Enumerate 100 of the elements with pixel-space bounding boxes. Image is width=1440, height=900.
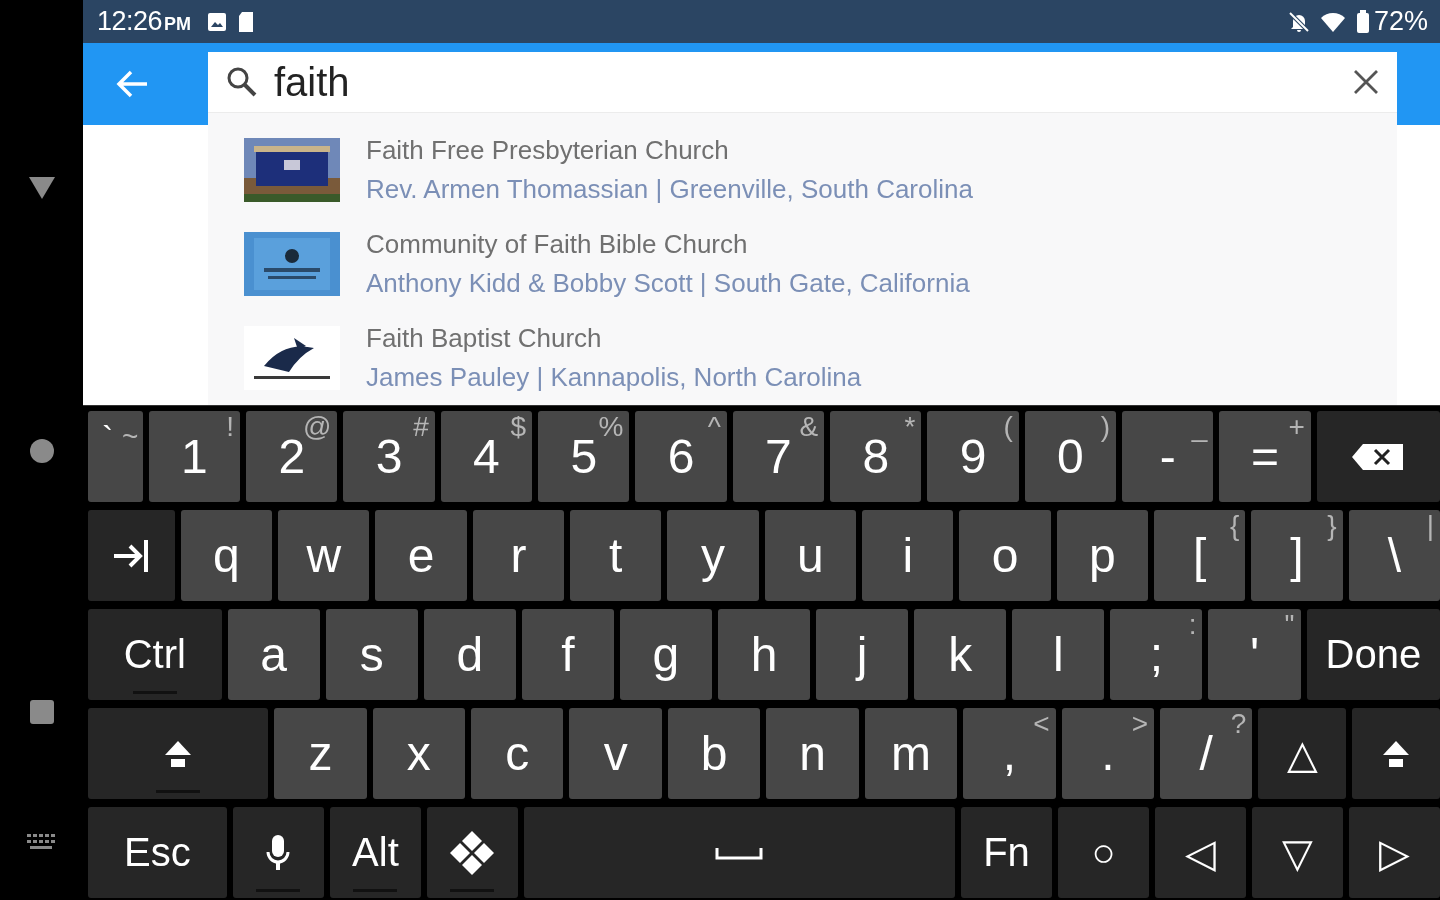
keyboard-key[interactable]: Ctrl bbox=[88, 609, 222, 700]
bell-off-icon bbox=[1287, 10, 1310, 33]
keyboard-key[interactable]: ▽ bbox=[1251, 807, 1343, 898]
keyboard-key[interactable]: 7 & bbox=[732, 411, 825, 502]
keyboard-key[interactable]: ◁ bbox=[1154, 807, 1246, 898]
key-hint: $ bbox=[510, 413, 527, 441]
keyboard-key[interactable]: c bbox=[471, 708, 564, 799]
keyboard-key[interactable]: z bbox=[274, 708, 367, 799]
keyboard-key[interactable]: 5 % bbox=[538, 411, 630, 502]
keyboard-key[interactable]: m bbox=[864, 708, 958, 799]
search-icon bbox=[226, 66, 258, 98]
key-hint: * bbox=[904, 413, 916, 441]
keyboard-key[interactable]: 4 $ bbox=[440, 411, 533, 502]
keyboard-key[interactable]: 9 ( bbox=[927, 411, 1019, 502]
keyboard-key[interactable]: \ | bbox=[1348, 510, 1440, 601]
keyboard-key[interactable]: t bbox=[570, 510, 662, 601]
church-name: Faith Free Presbyterian Church bbox=[366, 135, 730, 166]
keyboard-key[interactable]: l bbox=[1012, 609, 1105, 700]
space-icon bbox=[715, 845, 764, 860]
keyboard-key[interactable]: p bbox=[1056, 510, 1149, 601]
keyboard-key[interactable]: b bbox=[667, 708, 761, 799]
keyboard-key[interactable]: ] } bbox=[1251, 510, 1343, 601]
keyboard-key[interactable]: . > bbox=[1061, 708, 1154, 799]
key-hint: } bbox=[1327, 512, 1337, 540]
pastor-location: Anthony Kidd & Bobby Scott | South Gate, California bbox=[366, 268, 970, 299]
keyboard-key[interactable]: , < bbox=[963, 708, 1056, 799]
wifi-icon bbox=[1319, 10, 1346, 33]
clock-time: 12:26 bbox=[97, 6, 163, 37]
keyboard-key[interactable]: - _ bbox=[1122, 411, 1214, 502]
microphone-key[interactable] bbox=[232, 807, 324, 898]
image-icon bbox=[207, 11, 228, 32]
keyboard-key[interactable]: ' " bbox=[1208, 609, 1301, 700]
backspace-key[interactable] bbox=[1316, 411, 1440, 502]
keyboard-key[interactable]: 2 @ bbox=[246, 411, 338, 502]
keyboard-key[interactable]: 3 # bbox=[343, 411, 435, 502]
suggestion-item[interactable]: Faith Free Presbyterian Church Rev. Armen Thomassian | Greenville, South Carolina bbox=[244, 123, 1397, 217]
keyboard-key[interactable]: y bbox=[667, 510, 759, 601]
keyboard-key[interactable]: v bbox=[569, 708, 662, 799]
keyboard-key[interactable]: 8 * bbox=[830, 411, 922, 502]
keyboard-key[interactable]: a bbox=[227, 609, 320, 700]
search-field[interactable]: faith bbox=[208, 52, 1397, 114]
microphone-icon bbox=[266, 833, 291, 872]
keyboard-key[interactable]: Esc bbox=[88, 807, 227, 898]
keyboard-key[interactable]: f bbox=[521, 609, 614, 700]
keyboard-key[interactable]: △ bbox=[1258, 708, 1347, 799]
suggestion-item[interactable]: Community of Faith Bible Church Anthony Kidd & Bobby Scott | South Gate, California bbox=[244, 217, 1397, 311]
keyboard-key[interactable]: u bbox=[764, 510, 857, 601]
suggestion-item[interactable]: Faith Baptist Church James Pauley | Kannapolis, North Carolina bbox=[244, 311, 1397, 405]
keyboard-key[interactable]: 6 ^ bbox=[635, 411, 727, 502]
key-hint: ! bbox=[226, 413, 235, 441]
keyboard-key[interactable]: k bbox=[914, 609, 1007, 700]
recents-square-icon[interactable] bbox=[28, 699, 55, 725]
search-input[interactable]: faith bbox=[274, 59, 1337, 105]
keyboard-key[interactable]: i bbox=[862, 510, 954, 601]
keyboard-key[interactable]: 0 ) bbox=[1024, 411, 1117, 502]
keyboard-key[interactable]: ▷ bbox=[1348, 807, 1440, 898]
church-name: Community of Faith Bible Church bbox=[366, 229, 749, 260]
key-hint: " bbox=[1284, 611, 1295, 639]
keyboard-key[interactable]: r bbox=[472, 510, 565, 601]
battery-icon bbox=[1355, 9, 1370, 34]
key-hint: % bbox=[598, 413, 624, 441]
key-hint: < bbox=[1033, 710, 1050, 738]
key-hint: ( bbox=[1003, 413, 1013, 441]
key-hint: | bbox=[1426, 512, 1435, 540]
keyboard-key[interactable]: x bbox=[372, 708, 466, 799]
keyboard-key[interactable]: w bbox=[278, 510, 370, 601]
key-hint: : bbox=[1188, 611, 1197, 639]
diamond-key[interactable] bbox=[426, 807, 518, 898]
keyboard-key[interactable]: e bbox=[375, 510, 467, 601]
keyboard-key[interactable]: q bbox=[180, 510, 273, 601]
key-hint: ^ bbox=[707, 413, 721, 441]
keyboard-key[interactable]: h bbox=[718, 609, 811, 700]
home-circle-icon[interactable] bbox=[28, 438, 55, 464]
keyboard-key[interactable]: n bbox=[766, 708, 859, 799]
keyboard-key[interactable]: s bbox=[325, 609, 418, 700]
keyboard-key[interactable]: / ? bbox=[1160, 708, 1253, 799]
keyboard-key[interactable]: 1 ! bbox=[148, 411, 241, 502]
keyboard-key[interactable]: j bbox=[816, 609, 909, 700]
shift-key[interactable] bbox=[1352, 708, 1440, 799]
diamond-grid-icon bbox=[448, 828, 497, 877]
keyboard-key[interactable]: [ { bbox=[1154, 510, 1246, 601]
keyboard-key[interactable]: Fn bbox=[960, 807, 1052, 898]
keyboard-icon[interactable] bbox=[26, 834, 57, 850]
key-hint: @ bbox=[303, 413, 332, 441]
keyboard-key[interactable]: Done bbox=[1306, 609, 1440, 700]
close-icon[interactable] bbox=[1353, 69, 1379, 95]
keyboard-key[interactable]: d bbox=[423, 609, 516, 700]
tab-key[interactable] bbox=[88, 510, 175, 601]
back-triangle-icon[interactable] bbox=[27, 175, 56, 201]
key-hint: # bbox=[413, 413, 429, 441]
keyboard-key[interactable]: ; : bbox=[1110, 609, 1203, 700]
keyboard-key[interactable]: ` ~ bbox=[88, 411, 143, 502]
keyboard-key[interactable]: ○ bbox=[1057, 807, 1149, 898]
keyboard-key[interactable]: = + bbox=[1219, 411, 1311, 502]
keyboard-key[interactable]: g bbox=[619, 609, 712, 700]
back-arrow-icon[interactable] bbox=[115, 69, 149, 99]
battery-percent: 72% bbox=[1373, 6, 1428, 37]
backspace-icon bbox=[1351, 442, 1406, 471]
keyboard-key[interactable]: o bbox=[959, 510, 1051, 601]
keyboard-key[interactable]: Alt bbox=[329, 807, 421, 898]
